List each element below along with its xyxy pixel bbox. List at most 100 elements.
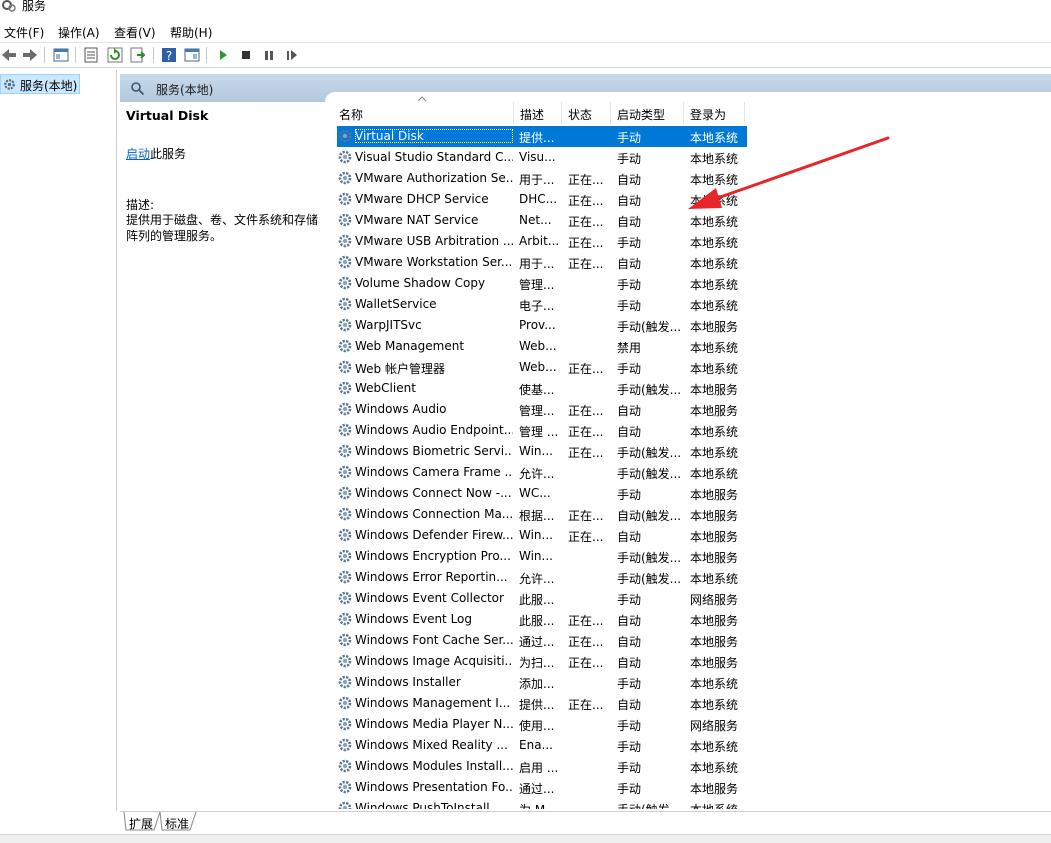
service-name: Windows PushToInstall ... xyxy=(355,801,505,809)
service-row[interactable]: WarpJITSvc Prov... 手动(触发... 本地服务 xyxy=(337,315,747,336)
forward-icon[interactable] xyxy=(21,46,39,64)
service-name: Windows Event Log xyxy=(355,612,473,626)
pause-icon[interactable] xyxy=(260,46,278,64)
menu-file[interactable]: 文件(F) xyxy=(4,24,44,41)
service-row[interactable]: Web Management Web... 禁用 本地系统 xyxy=(337,336,747,357)
service-status: 正在... xyxy=(568,194,604,208)
service-row[interactable]: Windows Mixed Reality ... Ena... 手动 本地系统 xyxy=(337,735,747,756)
column-divider[interactable] xyxy=(561,102,562,124)
service-row[interactable]: Web 帐户管理器 Web... 正在... 手动 本地系统 xyxy=(337,357,747,378)
service-row[interactable]: Windows Encryption Pro... Win... 手动(触发... 本… xyxy=(337,546,747,567)
start-service-link[interactable]: 启动 xyxy=(126,147,150,161)
search-gear-icon xyxy=(131,82,145,96)
service-name: Windows Biometric Servi... xyxy=(355,444,513,458)
service-startup-type: 自动(触发... xyxy=(617,509,682,523)
service-row[interactable]: VMware USB Arbitration ... Arbit... 正在... 手… xyxy=(337,231,747,252)
service-row[interactable]: Windows Error Reportin... 允许... 手动(触发... 本地… xyxy=(337,567,747,588)
service-startup-type: 禁用 xyxy=(617,341,642,355)
service-row[interactable]: Volume Shadow Copy 管理... 手动 本地系统 xyxy=(337,273,747,294)
service-row[interactable]: Windows Event Collector 此服... 手动 网络服务 xyxy=(337,588,747,609)
service-row[interactable]: Visual Studio Standard C... Visu... 手动 本地系统 xyxy=(337,147,747,168)
service-row[interactable]: VMware Authorization Se... 用于... 正在... 自动 本地… xyxy=(337,168,747,189)
service-row[interactable]: VMware Workstation Ser... 用于... 正在... 自动 本地系… xyxy=(337,252,747,273)
service-row[interactable]: Windows Media Player N... 使用... 手动 网络服务 xyxy=(337,714,747,735)
service-description-cell: 为扫... xyxy=(519,656,555,670)
column-divider[interactable] xyxy=(683,102,684,124)
column-header-description[interactable]: 描述 xyxy=(520,106,544,123)
service-row[interactable]: Windows Font Cache Ser... 通过... 正在... 自动 本地服… xyxy=(337,630,747,651)
console-tree: 服务(本地) xyxy=(0,70,117,811)
back-icon[interactable] xyxy=(0,46,18,64)
service-row[interactable]: WebClient 使基... 手动(触发... 本地服务 xyxy=(337,378,747,399)
service-row[interactable]: Windows Audio 管理... 正在... 自动 本地服务 xyxy=(337,399,747,420)
start-service-suffix: 此服务 xyxy=(150,147,187,161)
service-logon-as: 网络服务 xyxy=(690,719,739,733)
service-logon-as: 本地服务 xyxy=(690,782,739,796)
service-name: Windows Mixed Reality ... xyxy=(355,738,508,752)
toolbar-divider-line xyxy=(0,67,1051,68)
help-icon[interactable]: ? xyxy=(160,46,178,64)
menu-action[interactable]: 操作(A) xyxy=(58,24,100,41)
menu-help[interactable]: 帮助(H) xyxy=(170,24,212,41)
show-hide-tree-icon[interactable] xyxy=(52,46,70,64)
service-row[interactable]: Windows Image Acquisiti... 为扫... 正在... 自动 本地… xyxy=(337,651,747,672)
service-row[interactable]: Windows Defender Firew... Win... 正在... 自动 本地… xyxy=(337,525,747,546)
service-gear-icon xyxy=(338,444,352,458)
column-header-startup-type[interactable]: 启动类型 xyxy=(617,106,665,123)
service-row[interactable]: Windows Event Log 此服... 正在... 自动 本地服务 xyxy=(337,609,747,630)
properties-icon[interactable] xyxy=(82,46,100,64)
service-startup-type: 手动 xyxy=(617,782,642,796)
service-gear-icon xyxy=(338,150,352,164)
service-row[interactable]: Windows Management I... 提供... 正在... 自动 本地系统 xyxy=(337,693,747,714)
service-gear-icon xyxy=(338,192,352,206)
service-row[interactable]: Windows Modules Install... 启用 ... 手动 本地系统 xyxy=(337,756,747,777)
service-startup-type: 自动 xyxy=(617,656,642,670)
service-status: 正在... xyxy=(568,215,604,229)
stop-icon[interactable] xyxy=(237,46,255,64)
service-description-cell: 使用... xyxy=(519,719,555,733)
service-startup-type: 手动 xyxy=(617,131,642,145)
service-startup-type: 手动 xyxy=(617,488,642,502)
service-startup-type: 自动 xyxy=(617,530,642,544)
service-description-cell: Visu... xyxy=(519,150,556,164)
service-startup-type: 手动 xyxy=(617,761,642,775)
service-row[interactable]: VMware DHCP Service DHC... 正在... 自动 本地系统 xyxy=(337,189,747,210)
service-startup-type: 手动(触发... xyxy=(617,320,682,334)
column-header-status[interactable]: 状态 xyxy=(568,106,592,123)
service-status: 正在... xyxy=(568,635,604,649)
restart-icon[interactable] xyxy=(283,46,301,64)
service-row-selected[interactable]: Virtual Disk 提供... 手动 本地系统 xyxy=(337,126,747,147)
service-startup-type: 手动 xyxy=(617,278,642,292)
service-gear-icon xyxy=(338,318,352,332)
tab-extended[interactable]: 扩展 xyxy=(129,815,153,832)
toolbar-divider xyxy=(206,47,207,63)
service-startup-type: 自动 xyxy=(617,173,642,187)
service-row[interactable]: Windows Audio Endpoint... 管理 ... 正在... 自动 本地… xyxy=(337,420,747,441)
show-console-icon[interactable] xyxy=(183,46,201,64)
column-header-logon-as[interactable]: 登录为 xyxy=(690,106,726,123)
service-row[interactable]: Windows Connect Now -... WC... 手动 本地服务 xyxy=(337,483,747,504)
service-row[interactable]: Windows Biometric Servi... Win... 正在... 手动(… xyxy=(337,441,747,462)
service-name: Windows Management I... xyxy=(355,696,511,710)
service-description-cell: 通过... xyxy=(519,782,555,796)
column-divider[interactable] xyxy=(610,102,611,124)
service-row[interactable]: VMware NAT Service Net... 正在... 自动 本地系统 xyxy=(337,210,747,231)
menu-view[interactable]: 查看(V) xyxy=(114,24,156,41)
service-row[interactable]: WalletService 电子... 手动 本地系统 xyxy=(337,294,747,315)
refresh-icon[interactable] xyxy=(106,46,124,64)
service-description-cell: 此服... xyxy=(519,614,555,628)
column-divider[interactable] xyxy=(744,102,745,124)
service-status: 正在... xyxy=(568,257,604,271)
service-row[interactable]: Windows Presentation Fo... 通过... 手动 本地服务 xyxy=(337,777,747,798)
service-startup-type: 手动(触发... xyxy=(617,572,682,586)
service-row[interactable]: Windows Installer 添加... 手动 本地系统 xyxy=(337,672,747,693)
tree-item-services-local[interactable]: 服务(本地) xyxy=(0,74,80,94)
tab-standard[interactable]: 标准 xyxy=(165,815,189,832)
start-icon[interactable] xyxy=(214,46,232,64)
export-icon[interactable] xyxy=(129,46,147,64)
service-row[interactable]: Windows PushToInstall ... 为 M... 手动(触发...本… xyxy=(337,798,747,809)
service-row[interactable]: Windows Connection Ma... 根据... 正在... 自动(触发.… xyxy=(337,504,747,525)
column-divider[interactable] xyxy=(513,102,514,124)
service-row[interactable]: Windows Camera Frame ... 允许... 手动(触发... 本地系… xyxy=(337,462,747,483)
column-header-name[interactable]: 名称 xyxy=(339,106,363,123)
